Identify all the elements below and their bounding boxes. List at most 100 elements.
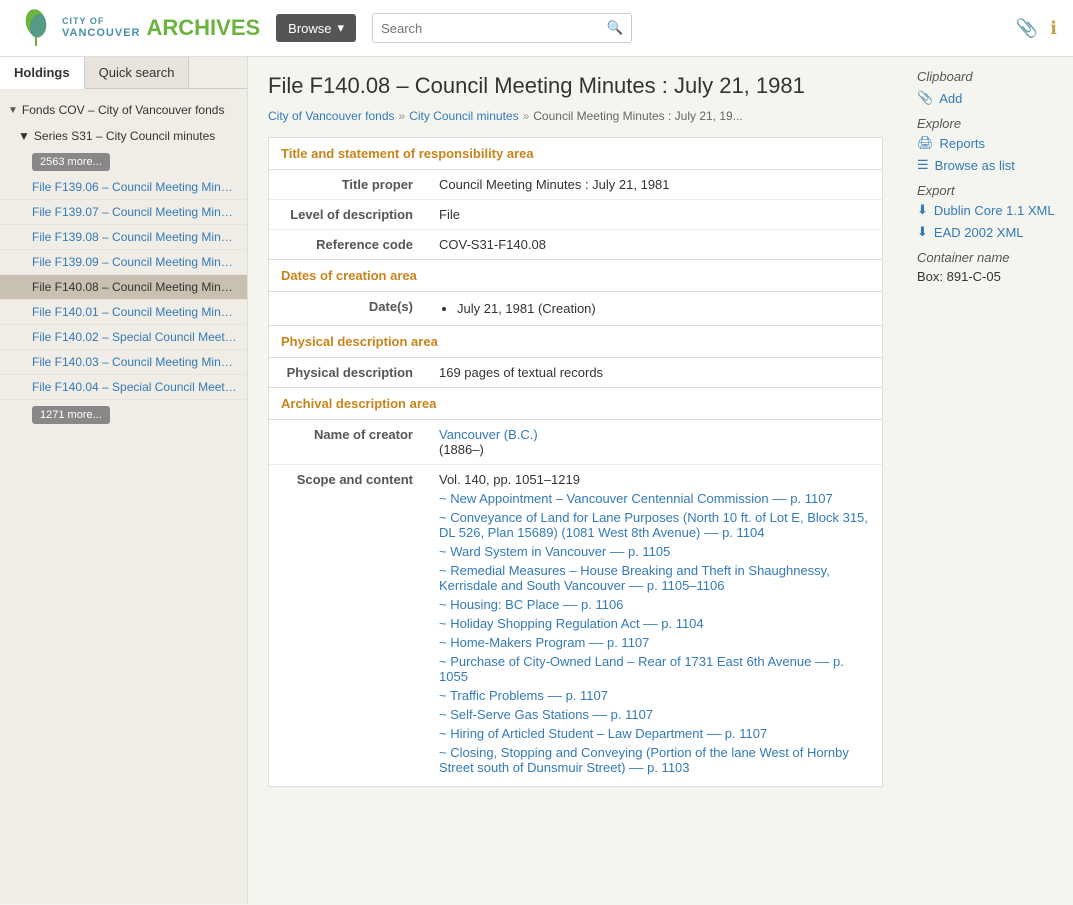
browse-label: Browse xyxy=(288,21,331,36)
title-section-header: Title and statement of responsibility ar… xyxy=(269,138,882,170)
clipboard-section-title: Clipboard xyxy=(917,69,1059,84)
main-layout: Holdings Quick search ▼ Fonds COV – City… xyxy=(0,57,1073,904)
creator-value: Vancouver (B.C.) (1886–) xyxy=(429,420,882,465)
sidebar-file-item[interactable]: File F140.08 – Council Meeting Minut... xyxy=(0,275,247,300)
logo-text: CITY OF VANCOUVER xyxy=(62,17,140,39)
container-name-label: Container name xyxy=(917,250,1059,265)
add-label: Add xyxy=(939,91,962,106)
clipboard-icon[interactable]: 📎 xyxy=(1016,18,1038,39)
scope-label: Scope and content xyxy=(269,465,429,787)
add-icon: 📎 xyxy=(917,90,933,106)
reports-item[interactable]: 🖨 Reports xyxy=(917,135,1059,151)
sidebar-file-item[interactable]: File F139.08 – Council Meeting Minut... xyxy=(0,225,247,250)
page-title: File F140.08 – Council Meeting Minutes :… xyxy=(268,73,883,99)
sidebar-tabs: Holdings Quick search xyxy=(0,57,247,89)
printer-icon: 🖨 xyxy=(917,135,934,151)
archival-section: Archival description area Name of creato… xyxy=(268,388,883,787)
scope-value: Vol. 140, pp. 1051–1219 ~ New Appointment… xyxy=(429,465,882,787)
creator-name-link[interactable]: Vancouver (B.C.) xyxy=(439,427,538,442)
table-row: Title properCouncil Meeting Minutes : Ju… xyxy=(269,170,882,200)
table-row: Level of descriptionFile xyxy=(269,200,882,230)
search-icon: 🔍 xyxy=(606,20,623,35)
ead-label: EAD 2002 XML xyxy=(934,225,1024,240)
tab-quick-search[interactable]: Quick search xyxy=(85,57,190,88)
sidebar-file-item[interactable]: File F140.02 – Special Council Meetin... xyxy=(0,325,247,350)
search-button[interactable]: 🔍 xyxy=(598,14,631,42)
scope-line[interactable]: ~ Housing: BC Place –– p. 1106 xyxy=(439,597,872,612)
more-top-button[interactable]: 2563 more... xyxy=(32,153,110,171)
scope-line[interactable]: ~ Home-Makers Program –– p. 1107 xyxy=(439,635,872,650)
field-value: Council Meeting Minutes : July 21, 1981 xyxy=(429,170,882,200)
chevron-down-icon: ▾ xyxy=(338,20,345,36)
container-value: Box: 891-C-05 xyxy=(917,269,1059,284)
creator-dates: (1886–) xyxy=(439,442,484,457)
list-icon: ☰ xyxy=(917,157,929,173)
logo-archives-label: ARCHIVES xyxy=(146,15,260,41)
title-section: Title and statement of responsibility ar… xyxy=(268,137,883,260)
breadcrumb-separator: » xyxy=(523,109,530,123)
logo-vancouver-label: VANCOUVER xyxy=(62,27,140,39)
scope-line[interactable]: ~ Purchase of City-Owned Land – Rear of … xyxy=(439,654,872,684)
dates-value: July 21, 1981 (Creation) xyxy=(429,292,882,325)
browse-button[interactable]: Browse ▾ xyxy=(276,14,356,42)
table-row: Physical description169 pages of textual… xyxy=(269,358,882,387)
dublin-core-item[interactable]: ⬇ Dublin Core 1.1 XML xyxy=(917,202,1059,218)
scope-line[interactable]: ~ Self-Serve Gas Stations –– p. 1107 xyxy=(439,707,872,722)
breadcrumb-separator: » xyxy=(399,109,406,123)
sidebar-file-item[interactable]: File F139.06 – Council Meeting Minut... xyxy=(0,175,247,200)
dates-section-header: Dates of creation area xyxy=(269,260,882,292)
sidebar-file-item[interactable]: File F139.09 – Council Meeting Minut... xyxy=(0,250,247,275)
archival-section-header: Archival description area xyxy=(269,388,882,420)
creator-label: Name of creator xyxy=(269,420,429,465)
scope-line[interactable]: ~ Traffic Problems –– p. 1107 xyxy=(439,688,872,703)
field-label: Reference code xyxy=(269,230,429,260)
table-row: Reference codeCOV-S31-F140.08 xyxy=(269,230,882,260)
sidebar-file-item[interactable]: File F140.03 – Council Meeting Minut... xyxy=(0,350,247,375)
header: CITY OF VANCOUVER ARCHIVES Browse ▾ 🔍 📎 … xyxy=(0,0,1073,57)
ead-item[interactable]: ⬇ EAD 2002 XML xyxy=(917,224,1059,240)
scope-line[interactable]: ~ Hiring of Articled Student – Law Depar… xyxy=(439,726,872,741)
browse-list-label: Browse as list xyxy=(935,158,1015,173)
breadcrumb-link[interactable]: City Council minutes xyxy=(409,109,518,123)
logo-city-label: CITY OF xyxy=(62,17,140,27)
field-value: COV-S31-F140.08 xyxy=(429,230,882,260)
breadcrumb-link[interactable]: City of Vancouver fonds xyxy=(268,109,395,123)
series-arrow-icon: ▼ xyxy=(18,129,30,143)
scope-line[interactable]: ~ Ward System in Vancouver –– p. 1105 xyxy=(439,544,872,559)
browse-list-item[interactable]: ☰ Browse as list xyxy=(917,157,1059,173)
sidebar-files: File F139.06 – Council Meeting Minut...F… xyxy=(0,175,247,400)
sidebar-file-item[interactable]: File F139.07 – Council Meeting Minut... xyxy=(0,200,247,225)
header-icons: 📎 ℹ xyxy=(1016,18,1057,39)
download-icon: ⬇ xyxy=(917,202,928,218)
scope-line[interactable]: ~ Holiday Shopping Regulation Act –– p. … xyxy=(439,616,872,631)
search-input[interactable] xyxy=(373,15,598,42)
info-icon[interactable]: ℹ xyxy=(1050,18,1057,39)
tab-holdings[interactable]: Holdings xyxy=(0,57,85,89)
archival-table: Name of creator Vancouver (B.C.) (1886–)… xyxy=(269,420,882,786)
sidebar: Holdings Quick search ▼ Fonds COV – City… xyxy=(0,57,248,904)
physical-section-header: Physical description area xyxy=(269,326,882,358)
right-panel: Clipboard 📎 Add Explore 🖨 Reports ☰ Brow… xyxy=(903,57,1073,904)
content-area: File F140.08 – Council Meeting Minutes :… xyxy=(248,57,903,904)
table-row: Name of creator Vancouver (B.C.) (1886–) xyxy=(269,420,882,465)
scope-line[interactable]: ~ Closing, Stopping and Conveying (Porti… xyxy=(439,745,872,775)
scope-line[interactable]: ~ Conveyance of Land for Lane Purposes (… xyxy=(439,510,872,540)
more-bottom-button[interactable]: 1271 more... xyxy=(32,406,110,424)
sidebar-fonds: ▼ Fonds COV – City of Vancouver fonds xyxy=(0,97,247,123)
table-row: Scope and content Vol. 140, pp. 1051–121… xyxy=(269,465,882,787)
field-label: Title proper xyxy=(269,170,429,200)
dates-table: Date(s) July 21, 1981 (Creation) xyxy=(269,292,882,325)
physical-section: Physical description area Physical descr… xyxy=(268,326,883,388)
export-label: Export xyxy=(917,183,1059,198)
sidebar-file-item[interactable]: File F140.01 – Council Meeting Minut... xyxy=(0,300,247,325)
scope-line: Vol. 140, pp. 1051–1219 xyxy=(439,472,872,487)
add-item[interactable]: 📎 Add xyxy=(917,90,1059,106)
scope-line[interactable]: ~ Remedial Measures – House Breaking and… xyxy=(439,563,872,593)
breadcrumb-text: Council Meeting Minutes : July 21, 19... xyxy=(533,109,742,123)
sidebar-file-item[interactable]: File F140.04 – Special Council Meetin... xyxy=(0,375,247,400)
logo-icon xyxy=(16,8,56,48)
fonds-label: Fonds COV – City of Vancouver fonds xyxy=(22,103,225,117)
scope-line[interactable]: ~ New Appointment – Vancouver Centennial… xyxy=(439,491,872,506)
series-label: Series S31 – City Council minutes xyxy=(34,129,215,143)
explore-label: Explore xyxy=(917,116,1059,131)
